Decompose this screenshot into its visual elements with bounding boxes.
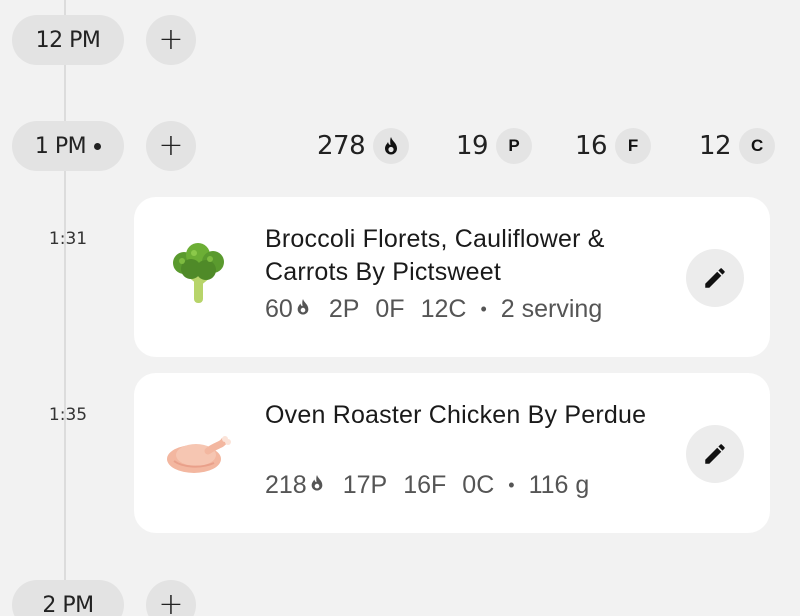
add-food-button-1pm[interactable]: +: [146, 121, 196, 171]
entry-time: 1:31: [48, 229, 88, 249]
entry-calories: 60: [265, 295, 293, 323]
entry-carbs: 0C: [462, 471, 495, 499]
summary-calories: 278: [317, 122, 410, 170]
carbs-badge: C: [739, 128, 776, 164]
summary-protein: 19 P: [456, 122, 533, 170]
hour-pill-2pm[interactable]: 2 PM: [12, 580, 124, 616]
food-name: Oven Roaster Chicken By Perdue: [265, 401, 647, 429]
calories-value: 278: [317, 131, 366, 161]
flame-icon: [295, 295, 311, 324]
food-entry-card[interactable]: Broccoli Florets, Cauliflower & Carrots …: [134, 197, 770, 357]
edit-entry-button[interactable]: [686, 425, 744, 483]
add-food-button-12pm[interactable]: +: [146, 15, 196, 65]
fat-value: 16: [575, 131, 608, 161]
entry-protein: 17P: [342, 471, 388, 499]
entry-fat: 16F: [403, 471, 447, 499]
current-hour-dot: [94, 142, 102, 150]
edit-entry-button[interactable]: [686, 249, 744, 307]
hour-label: 1 PM: [34, 133, 87, 159]
protein-value: 19: [456, 131, 489, 161]
food-nutrition: 60 2P 0F 12C • 2 serving: [265, 295, 602, 324]
protein-badge: P: [496, 128, 533, 164]
plus-icon: +: [158, 22, 184, 57]
summary-carbs: 12 C: [699, 122, 776, 170]
plus-icon: +: [158, 128, 184, 163]
hour-label: 2 PM: [42, 592, 94, 616]
add-food-button-2pm[interactable]: +: [146, 580, 196, 616]
fat-badge: F: [615, 128, 652, 164]
hour-pill-12pm[interactable]: 12 PM: [12, 15, 124, 65]
summary-fat: 16 F: [575, 122, 652, 170]
flame-icon: [309, 471, 325, 500]
flame-icon: [373, 128, 410, 164]
separator: •: [508, 475, 515, 495]
separator: •: [480, 299, 487, 319]
entry-fat: 0F: [375, 295, 405, 323]
pencil-icon: [705, 444, 725, 464]
hour-pill-1pm[interactable]: 1 PM: [12, 121, 124, 171]
entry-amount: 116 g: [528, 471, 590, 499]
food-name: Broccoli Florets, Cauliflower & Carrots …: [265, 225, 605, 286]
entry-time: 1:35: [48, 405, 88, 425]
food-entry-card[interactable]: Oven Roaster Chicken By Perdue 218 17P 1…: [134, 373, 770, 533]
broccoli-icon: [164, 239, 234, 309]
plus-icon: +: [158, 587, 184, 616]
hour-label: 12 PM: [35, 27, 101, 53]
food-nutrition: 218 17P 16F 0C • 116 g: [265, 471, 589, 500]
carbs-value: 12: [699, 131, 732, 161]
entry-calories: 218: [265, 471, 307, 499]
entry-amount: 2 serving: [500, 295, 603, 323]
entry-carbs: 12C: [420, 295, 467, 323]
pencil-icon: [705, 268, 725, 288]
entry-protein: 2P: [328, 295, 360, 323]
roast-chicken-icon: [164, 415, 234, 485]
timeline-line: [64, 0, 66, 616]
